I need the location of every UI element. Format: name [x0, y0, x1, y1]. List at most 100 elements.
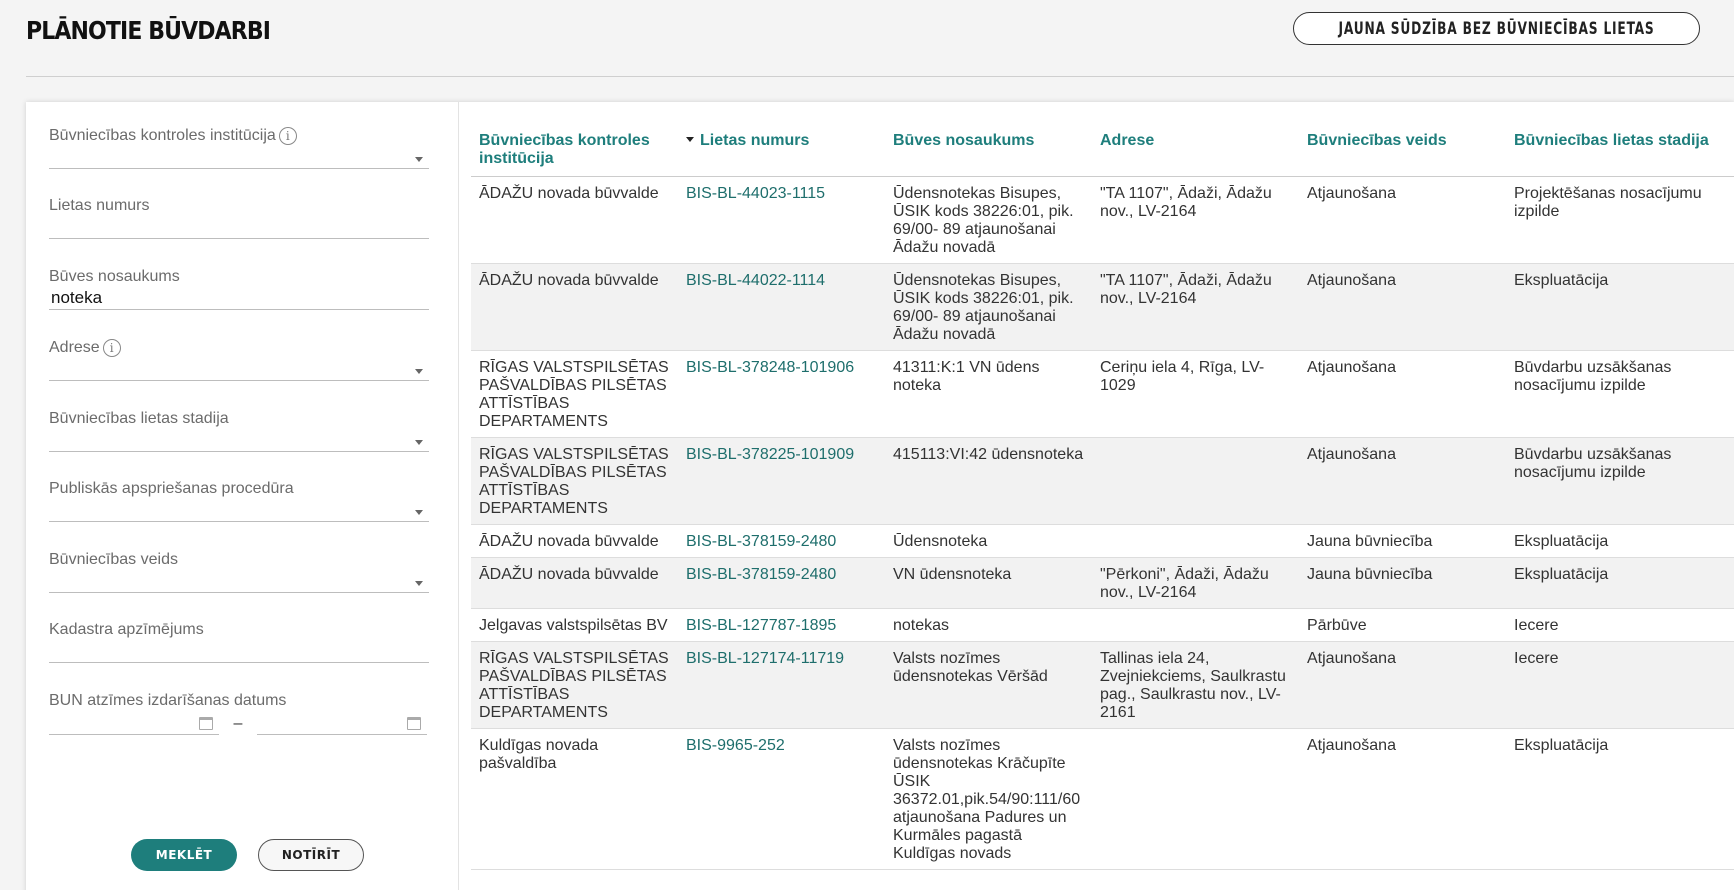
- info-icon[interactable]: i: [102, 339, 121, 357]
- col-address-header[interactable]: Adrese: [1092, 120, 1299, 177]
- case-stage-select[interactable]: [49, 428, 429, 452]
- col-case-number-label: Lietas numurs: [700, 132, 810, 149]
- cell-address: Ceriņu iela 4, Rīga, LV-1029: [1092, 350, 1299, 438]
- calendar-icon[interactable]: [199, 717, 213, 730]
- cadastre-input[interactable]: [49, 639, 429, 663]
- cell-building-name: 415113:VI:42 ūdensnoteka: [885, 437, 1092, 525]
- col-construction-type-header[interactable]: Būvniecības veids: [1299, 120, 1506, 177]
- col-institution-header[interactable]: Būvniecības kontroles institūcija: [471, 120, 678, 177]
- construction-type-label: Būvniecības veids: [49, 551, 178, 568]
- case-stage-filter: Būvniecības lietas stadija: [49, 410, 429, 452]
- cell-institution: Kuldīgas novada pašvaldība: [471, 728, 678, 870]
- institution-select[interactable]: [49, 145, 429, 169]
- table-row[interactable]: ĀDAŽU novada būvvalde BIS-BL-378159-2480…: [471, 524, 1734, 558]
- cell-construction-type: Jauna būvniecība: [1299, 524, 1506, 558]
- cell-institution: ĀDAŽU novada būvvalde: [471, 524, 678, 558]
- cell-building-name: notekas: [885, 608, 1092, 642]
- table-row[interactable]: Jelgavas valstspilsētas BV BIS-BL-127787…: [471, 608, 1734, 642]
- cell-address: "TA 1107", Ādaži, Ādažu nov., LV-2164: [1092, 263, 1299, 351]
- case-number-link[interactable]: BIS-BL-44023-1115: [686, 185, 825, 202]
- sort-desc-icon: [686, 137, 694, 142]
- table-row[interactable]: ĀDAŽU novada būvvalde BIS-BL-44023-1115 …: [471, 176, 1734, 264]
- cell-institution: ĀDAŽU novada būvvalde: [471, 557, 678, 609]
- cell-institution: RĪGAS VALSTSPILSĒTAS PAŠVALDĪBAS PILSĒTA…: [471, 350, 678, 438]
- case-number-input[interactable]: [49, 215, 429, 239]
- cell-construction-type: Atjaunošana: [1299, 728, 1506, 870]
- table-row[interactable]: RĪGAS VALSTSPILSĒTAS PAŠVALDĪBAS PILSĒTA…: [471, 437, 1734, 525]
- cell-address: "TA 1107", Ādaži, Ādažu nov., LV-2164: [1092, 176, 1299, 264]
- case-number-link[interactable]: BIS-BL-44022-1114: [686, 272, 825, 289]
- cell-case-stage: Ekspluatācija: [1506, 728, 1734, 870]
- table-row[interactable]: ĀDAŽU novada būvvalde BIS-BL-378159-2480…: [471, 557, 1734, 609]
- cell-address: "Pērkoni", Ādaži, Ādažu nov., LV-2164: [1092, 557, 1299, 609]
- clear-button[interactable]: NOTĪRĪT: [258, 839, 364, 871]
- results-card: Būvniecības kontroles institūcija i Lieta…: [26, 102, 1734, 890]
- cell-address: [1092, 608, 1299, 642]
- case-stage-label: Būvniecības lietas stadija: [49, 410, 229, 427]
- address-label: Adrese: [49, 339, 100, 356]
- chevron-down-icon: [415, 440, 423, 445]
- cell-case-stage: Iecere: [1506, 641, 1734, 729]
- cell-case-stage: Ekspluatācija: [1506, 557, 1734, 609]
- address-select[interactable]: [49, 357, 429, 381]
- new-complaint-button[interactable]: JAUNA SŪDZĪBA BEZ BŪVNIECĪBAS LIETAS: [1293, 12, 1700, 45]
- cell-institution: ĀDAŽU novada būvvalde: [471, 176, 678, 264]
- case-number-link[interactable]: BIS-BL-378248-101906: [686, 359, 854, 376]
- date-separator: –: [233, 715, 243, 732]
- cadastre-filter: Kadastra apzīmējums: [49, 621, 429, 663]
- cell-building-name: Valsts nozīmes ūdensnotekas Vēršād: [885, 641, 1092, 729]
- cell-case-stage: Projektēšanas nosacījumu izpilde: [1506, 176, 1734, 264]
- cell-construction-type: Jauna būvniecība: [1299, 557, 1506, 609]
- chevron-down-icon: [415, 581, 423, 586]
- case-number-label: Lietas numurs: [49, 197, 150, 214]
- case-number-link[interactable]: BIS-BL-127787-1895: [686, 617, 836, 634]
- calendar-icon[interactable]: [407, 717, 421, 730]
- table-row[interactable]: ĀDAŽU novada būvvalde BIS-BL-44022-1114 …: [471, 263, 1734, 351]
- institution-filter: Būvniecības kontroles institūcija i: [49, 127, 429, 169]
- bun-date-label: BUN atzīmes izdarīšanas datums: [49, 692, 287, 709]
- institution-label: Būvniecības kontroles institūcija: [49, 127, 276, 144]
- chevron-down-icon: [415, 510, 423, 515]
- cell-construction-type: Atjaunošana: [1299, 641, 1506, 729]
- table-header-row: Būvniecības kontroles institūcija Lietas…: [471, 120, 1734, 177]
- date-to-input[interactable]: [257, 713, 427, 735]
- cell-building-name: Ūdensnotekas Bisupes, ŪSIK kods 38226:01…: [885, 263, 1092, 351]
- building-name-label: Būves nosaukums: [49, 268, 180, 285]
- cell-institution: Jelgavas valstspilsētas BV: [471, 608, 678, 642]
- table-row[interactable]: RĪGAS VALSTSPILSĒTAS PAŠVALDĪBAS PILSĒTA…: [471, 350, 1734, 438]
- public-discussion-select[interactable]: [49, 498, 429, 522]
- cadastre-label: Kadastra apzīmējums: [49, 621, 204, 638]
- case-number-link[interactable]: BIS-9965-252: [686, 737, 785, 754]
- table-row[interactable]: Kuldīgas novada pašvaldība BIS-9965-252 …: [471, 728, 1734, 870]
- cell-case-stage: Būvdarbu uzsākšanas nosacījumu izpilde: [1506, 437, 1734, 525]
- construction-type-filter: Būvniecības veids: [49, 551, 429, 593]
- cell-case-stage: Ekspluatācija: [1506, 524, 1734, 558]
- cell-address: [1092, 437, 1299, 525]
- header-divider: [26, 76, 1734, 77]
- table-row[interactable]: RĪGAS VALSTSPILSĒTAS PAŠVALDĪBAS PILSĒTA…: [471, 641, 1734, 729]
- cell-construction-type: Atjaunošana: [1299, 350, 1506, 438]
- search-button[interactable]: MEKLĒT: [131, 839, 237, 871]
- col-case-number-header[interactable]: Lietas numurs: [678, 120, 885, 177]
- building-name-input[interactable]: [49, 286, 429, 310]
- cell-construction-type: Atjaunošana: [1299, 263, 1506, 351]
- cell-construction-type: Atjaunošana: [1299, 437, 1506, 525]
- date-from-input[interactable]: [49, 713, 219, 735]
- case-number-link[interactable]: BIS-BL-378159-2480: [686, 533, 836, 550]
- filter-sidebar: Būvniecības kontroles institūcija i Lieta…: [26, 102, 459, 890]
- cell-construction-type: Atjaunošana: [1299, 176, 1506, 264]
- case-number-link[interactable]: BIS-BL-378159-2480: [686, 566, 836, 583]
- cell-address: [1092, 728, 1299, 870]
- col-case-stage-header[interactable]: Būvniecības lietas stadija: [1506, 120, 1734, 177]
- public-discussion-filter: Publiskās apspriešanas procedūra: [49, 480, 429, 522]
- construction-type-select[interactable]: [49, 569, 429, 593]
- cell-institution: RĪGAS VALSTSPILSĒTAS PAŠVALDĪBAS PILSĒTA…: [471, 437, 678, 525]
- info-icon[interactable]: i: [278, 127, 297, 145]
- cell-case-stage: Būvdarbu uzsākšanas nosacījumu izpilde: [1506, 350, 1734, 438]
- case-number-link[interactable]: BIS-BL-378225-101909: [686, 446, 854, 463]
- cell-case-stage: Iecere: [1506, 608, 1734, 642]
- col-building-name-header[interactable]: Būves nosaukums: [885, 120, 1092, 177]
- public-discussion-label: Publiskās apspriešanas procedūra: [49, 480, 294, 497]
- cell-building-name: Ūdensnoteka: [885, 524, 1092, 558]
- case-number-link[interactable]: BIS-BL-127174-11719: [686, 650, 844, 667]
